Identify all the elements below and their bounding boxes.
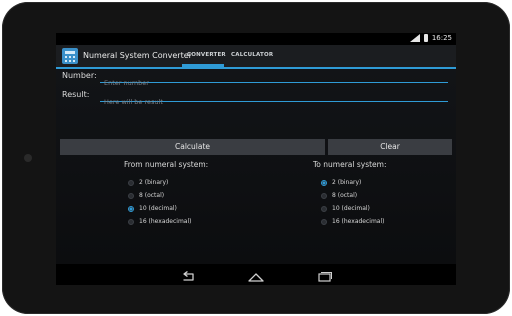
radio-label: 10 (decimal) [332, 205, 370, 212]
to-radio-octal[interactable]: 8 (octal) [321, 192, 357, 199]
tab-calculator[interactable]: CALCULATOR [231, 52, 273, 58]
tab-selected-indicator [182, 64, 224, 67]
radio-unchecked-icon [321, 192, 327, 199]
converter-content: Number: Result: Calculate Clear From num… [56, 69, 456, 285]
result-label: Result: [62, 90, 90, 99]
radio-label: 2 (binary) [332, 179, 362, 186]
status-time: 16:25 [431, 34, 452, 42]
radio-label: 8 (octal) [332, 192, 358, 199]
result-output[interactable] [100, 97, 456, 107]
radio-unchecked-icon [128, 179, 134, 186]
app-title: Numeral System Converter [83, 51, 192, 60]
battery-icon [423, 34, 428, 42]
calculate-button[interactable]: Calculate [60, 139, 325, 155]
from-system-title: From numeral system: [124, 160, 209, 169]
radio-label: 8 (octal) [139, 192, 165, 199]
tab-converter[interactable]: CONVERTER [187, 52, 226, 58]
front-camera [24, 154, 32, 162]
radio-unchecked-icon [321, 205, 327, 212]
radio-unchecked-icon [321, 218, 327, 225]
radio-unchecked-icon [128, 218, 134, 225]
from-radio-binary[interactable]: 2 (binary) [128, 179, 168, 186]
recents-icon[interactable] [314, 268, 334, 282]
home-icon[interactable] [246, 268, 266, 282]
from-radio-decimal[interactable]: 10 (decimal) [128, 205, 177, 212]
from-radio-octal[interactable]: 8 (octal) [128, 192, 164, 199]
calculator-app-icon [62, 48, 78, 64]
app-screen: 16:25 Numeral System Converter CONVERTER… [56, 33, 456, 285]
clear-button[interactable]: Clear [328, 139, 452, 155]
status-bar: 16:25 [56, 33, 456, 45]
to-radio-decimal[interactable]: 10 (decimal) [321, 205, 370, 212]
radio-label: 16 (hexadecimal) [332, 218, 385, 225]
radio-checked-icon [321, 179, 327, 186]
radio-label: 16 (hexadecimal) [139, 218, 192, 225]
from-radio-hexadecimal[interactable]: 16 (hexadecimal) [128, 218, 192, 225]
to-system-title: To numeral system: [313, 160, 387, 169]
number-field-wrap [100, 70, 456, 88]
result-field-wrap [100, 89, 456, 107]
number-label: Number: [62, 71, 97, 80]
back-icon[interactable] [178, 268, 198, 281]
radio-unchecked-icon [128, 192, 134, 199]
number-input[interactable] [100, 78, 456, 88]
radio-checked-icon [128, 205, 134, 212]
radio-label: 2 (binary) [139, 179, 169, 186]
radio-label: 10 (decimal) [139, 205, 177, 212]
system-nav-bar [56, 264, 456, 285]
signal-icon [409, 34, 420, 42]
to-radio-binary[interactable]: 2 (binary) [321, 179, 361, 186]
to-radio-hexadecimal[interactable]: 16 (hexadecimal) [321, 218, 385, 225]
action-bar: Numeral System Converter CONVERTER CALCU… [56, 45, 456, 69]
